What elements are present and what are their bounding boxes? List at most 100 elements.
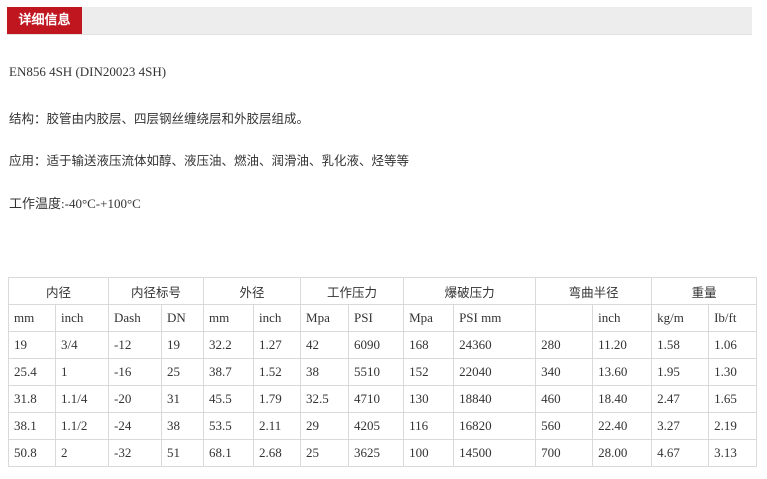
- table-cell: -12: [108, 331, 163, 359]
- table-cell: -24: [108, 412, 163, 440]
- table-cell: 4205: [348, 412, 405, 440]
- header-weight: 重量: [651, 277, 758, 305]
- table-cell: 22040: [453, 358, 537, 386]
- unit-cell: mm: [8, 304, 56, 332]
- unit-cell: inch: [54, 304, 110, 332]
- table-row: 38.1 1.1/2 -24 38 53.5 2.11 29 4205 116 …: [8, 412, 758, 440]
- table-cell: 116: [403, 412, 455, 440]
- unit-cell: PSI mm: [453, 304, 537, 332]
- table-row: 19 3/4 -12 19 32.2 1.27 42 6090 168 2436…: [8, 331, 758, 359]
- table-cell: 1.06: [708, 331, 758, 359]
- table-cell: 152: [403, 358, 455, 386]
- table-cell: 1.52: [253, 358, 302, 386]
- table-cell: 1.1/2: [54, 412, 110, 440]
- table-cell: 1.30: [708, 358, 758, 386]
- header-bend-radius: 弯曲半径: [535, 277, 653, 305]
- unit-cell: Ib/ft: [708, 304, 758, 332]
- table-cell: 168: [403, 331, 455, 359]
- table-cell: 38: [161, 412, 205, 440]
- table-cell: 16820: [453, 412, 537, 440]
- table-cell: 19: [8, 331, 56, 359]
- header-dash-size: 内径标号: [108, 277, 205, 305]
- table-cell: 2.68: [253, 439, 302, 467]
- table-cell: 18840: [453, 385, 537, 413]
- table-row: 50.8 2 -32 51 68.1 2.68 25 3625 100 1450…: [8, 439, 758, 467]
- table-cell: 31.8: [8, 385, 56, 413]
- unit-cell: kg/m: [651, 304, 710, 332]
- table-cell: 5510: [348, 358, 405, 386]
- header-working-pressure: 工作压力: [300, 277, 405, 305]
- table-cell: 3.27: [651, 412, 710, 440]
- table-cell: 1.79: [253, 385, 302, 413]
- table-cell: 25: [161, 358, 205, 386]
- table-unit-row: mm inch Dash DN mm inch Mpa PSI Mpa PSI …: [8, 304, 758, 332]
- table-cell: 28.00: [592, 439, 653, 467]
- spec-table: 内径 内径标号 外径 工作压力 爆破压力 弯曲半径 重量 mm inch Das…: [7, 277, 758, 467]
- table-cell: 68.1: [203, 439, 255, 467]
- table-cell: 45.5: [203, 385, 255, 413]
- table-cell: 1: [54, 358, 110, 386]
- table-cell: 6090: [348, 331, 405, 359]
- table-cell: 22.40: [592, 412, 653, 440]
- table-cell: 42: [300, 331, 350, 359]
- structure-text: 结构：胶管由内胶层、四层钢丝缠绕层和外胶层组成。: [9, 111, 310, 126]
- table-cell: 14500: [453, 439, 537, 467]
- table-cell: 700: [535, 439, 594, 467]
- table-cell: 4.67: [651, 439, 710, 467]
- table-cell: 560: [535, 412, 594, 440]
- table-cell: 130: [403, 385, 455, 413]
- table-cell: 1.58: [651, 331, 710, 359]
- table-cell: 4710: [348, 385, 405, 413]
- table-cell: 19: [161, 331, 205, 359]
- table-cell: 2: [54, 439, 110, 467]
- table-cell: 280: [535, 331, 594, 359]
- table-cell: 3/4: [54, 331, 110, 359]
- detail-tab[interactable]: 详细信息: [7, 7, 82, 34]
- unit-cell: PSI: [348, 304, 405, 332]
- table-cell: 3.13: [708, 439, 758, 467]
- table-cell: 1.1/4: [54, 385, 110, 413]
- table-cell: -32: [108, 439, 163, 467]
- table-cell: 31: [161, 385, 205, 413]
- table-cell: 1.65: [708, 385, 758, 413]
- table-cell: 2.47: [651, 385, 710, 413]
- table-cell: 25: [300, 439, 350, 467]
- detail-tab-bar: 详细信息: [7, 7, 752, 35]
- table-row: 25.4 1 -16 25 38.7 1.52 38 5510 152 2204…: [8, 358, 758, 386]
- table-cell: 18.40: [592, 385, 653, 413]
- table-cell: 1.27: [253, 331, 302, 359]
- table-cell: -16: [108, 358, 163, 386]
- unit-cell: Dash: [108, 304, 163, 332]
- table-cell: 32.2: [203, 331, 255, 359]
- table-cell: 38.7: [203, 358, 255, 386]
- unit-cell: [535, 304, 594, 332]
- unit-cell: inch: [592, 304, 653, 332]
- table-cell: 38: [300, 358, 350, 386]
- unit-cell: Mpa: [300, 304, 350, 332]
- table-cell: 53.5: [203, 412, 255, 440]
- header-burst-pressure: 爆破压力: [403, 277, 537, 305]
- table-cell: 1.95: [651, 358, 710, 386]
- table-cell: 2.11: [253, 412, 302, 440]
- unit-cell: mm: [203, 304, 255, 332]
- unit-cell: Mpa: [403, 304, 455, 332]
- table-cell: 460: [535, 385, 594, 413]
- table-cell: 25.4: [8, 358, 56, 386]
- model-text: EN856 4SH (DIN20023 4SH): [9, 64, 167, 79]
- temperature-text: 工作温度:-40°C-+100°C: [9, 196, 141, 211]
- unit-cell: inch: [253, 304, 302, 332]
- table-cell: 51: [161, 439, 205, 467]
- application-text: 应用：适于输送液压流体如醇、液压油、燃油、润滑油、乳化液、烃等等: [9, 153, 410, 168]
- header-outer-diameter: 外径: [203, 277, 302, 305]
- table-cell: 50.8: [8, 439, 56, 467]
- table-row: 31.8 1.1/4 -20 31 45.5 1.79 32.5 4710 13…: [8, 385, 758, 413]
- table-cell: 38.1: [8, 412, 56, 440]
- table-cell: 24360: [453, 331, 537, 359]
- table-cell: 2.19: [708, 412, 758, 440]
- table-group-header-row: 内径 内径标号 外径 工作压力 爆破压力 弯曲半径 重量: [7, 277, 758, 305]
- table-cell: 29: [300, 412, 350, 440]
- table-cell: 340: [535, 358, 594, 386]
- table-cell: 100: [403, 439, 455, 467]
- table-cell: 32.5: [300, 385, 350, 413]
- table-cell: 3625: [348, 439, 405, 467]
